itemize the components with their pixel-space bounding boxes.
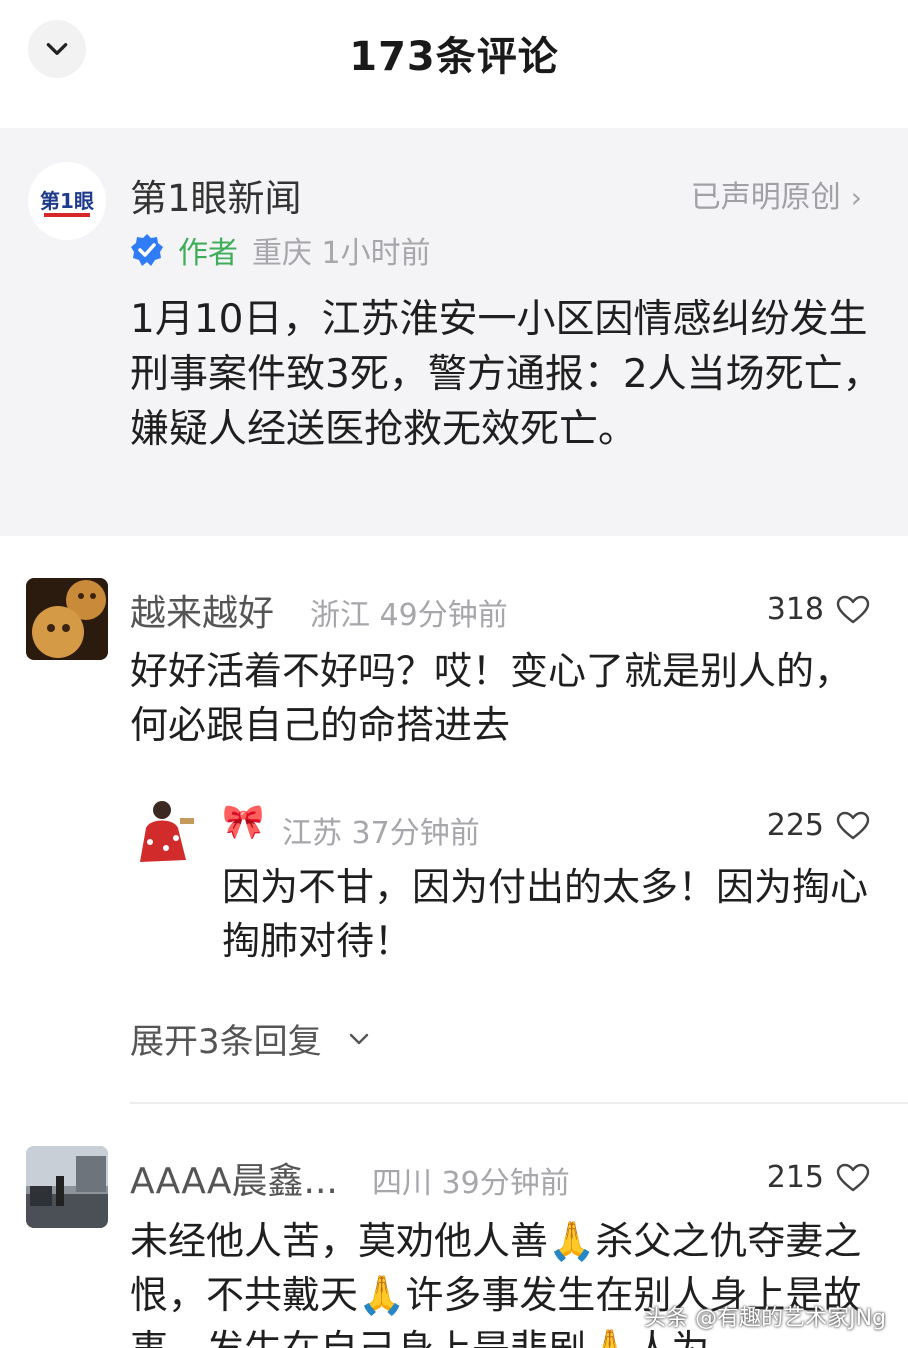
original-declaration-link[interactable]: 已声明原创 › bbox=[691, 172, 862, 216]
publisher-meta: 作者 重庆 1小时前 bbox=[130, 228, 431, 272]
avatar-image bbox=[26, 1146, 108, 1228]
divider bbox=[130, 1102, 908, 1104]
author-tag: 作者 bbox=[178, 236, 238, 271]
chevron-right-icon: › bbox=[850, 181, 862, 214]
comment-meta: 江苏 37分钟前 bbox=[282, 816, 480, 851]
heart-icon bbox=[836, 595, 870, 623]
commenter-name[interactable]: 越来越好 bbox=[130, 584, 274, 636]
like-count: 225 bbox=[766, 808, 824, 843]
publisher-avatar[interactable]: 第1眼 bbox=[28, 162, 106, 240]
like-count: 215 bbox=[766, 1160, 824, 1195]
comments-header: 173条评论 bbox=[0, 0, 908, 110]
publisher-logo-icon: 第1眼 bbox=[34, 181, 100, 221]
like-button[interactable]: 225 bbox=[767, 808, 870, 843]
comment-meta: 四川 39分钟前 bbox=[372, 1166, 570, 1201]
avatar-image bbox=[132, 798, 200, 870]
heart-icon bbox=[836, 811, 870, 839]
verified-badge-icon bbox=[131, 234, 163, 266]
watermark: 头条 @有趣的艺术家JNg bbox=[644, 1306, 886, 1331]
expand-replies-button[interactable]: 展开3条回复 bbox=[130, 1014, 370, 1063]
user-avatar[interactable] bbox=[26, 1146, 108, 1228]
like-count: 318 bbox=[766, 592, 824, 627]
user-avatar[interactable] bbox=[26, 578, 108, 660]
avatar-image bbox=[26, 578, 108, 660]
page-title: 173条评论 bbox=[349, 34, 559, 80]
commenter-name[interactable]: AAAA晨鑫... bbox=[130, 1152, 338, 1204]
like-button[interactable]: 215 bbox=[767, 1160, 870, 1195]
commenter-name[interactable]: 🎀 bbox=[222, 802, 264, 842]
comment-meta: 浙江 49分钟前 bbox=[310, 598, 508, 633]
article-text: 1月10日，江苏淮安一小区因情感纠纷发生刑事案件致3死，警方通报：2人当场死亡，… bbox=[130, 297, 882, 452]
comment-text: 因为不甘，因为付出的太多！因为掏心掏肺对待！ bbox=[222, 865, 869, 963]
expand-replies-label: 展开3条回复 bbox=[130, 1022, 322, 1062]
original-label: 已声明原创 bbox=[690, 180, 841, 215]
publisher-name[interactable]: 第1眼新闻 bbox=[130, 168, 302, 222]
user-avatar[interactable] bbox=[132, 798, 200, 870]
location-time: 重庆 1小时前 bbox=[252, 236, 431, 271]
like-button[interactable]: 318 bbox=[767, 592, 870, 627]
article-summary: 第1眼 第1眼新闻 已声明原创 › 作者 重庆 1小时前 1月10日，江苏淮安一小… bbox=[0, 128, 908, 536]
svg-text:第1眼: 第1眼 bbox=[40, 189, 94, 213]
chevron-down-icon bbox=[349, 1033, 368, 1044]
comment-text: 好好活着不好吗？哎！变心了就是别人的，何必跟自己的命搭进去 bbox=[130, 649, 853, 747]
heart-icon bbox=[836, 1163, 870, 1191]
